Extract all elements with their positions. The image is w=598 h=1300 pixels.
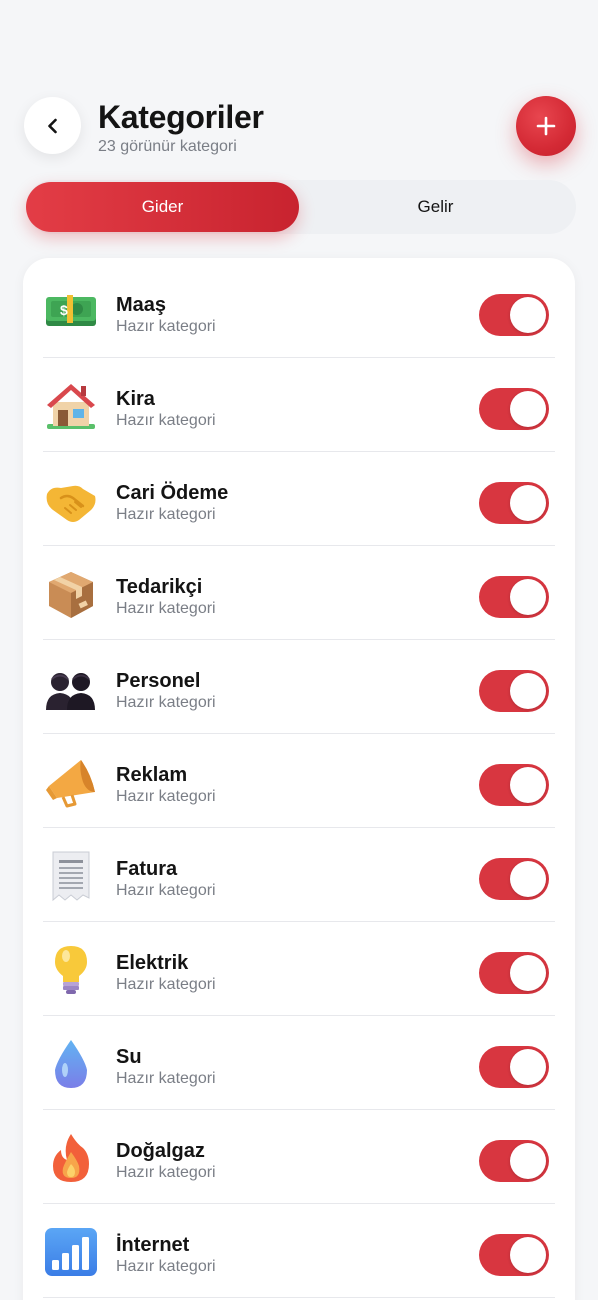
list-item-text: Kira Hazır kategori <box>116 387 216 431</box>
signal-bars-icon <box>45 1228 97 1276</box>
toggle-knob <box>510 673 546 709</box>
list-item: Fatura Hazır kategori <box>43 828 555 922</box>
category-toggle[interactable] <box>479 1046 549 1088</box>
category-toggle[interactable] <box>479 1234 549 1276</box>
category-name: İnternet <box>116 1234 190 1256</box>
page-subtitle: 23 görünür kategori <box>98 138 237 155</box>
megaphone-icon <box>46 760 95 808</box>
category-name: Elektrik <box>116 952 189 974</box>
category-toggle[interactable] <box>479 858 549 900</box>
page-title: Kategoriler <box>98 99 264 135</box>
divider <box>43 1297 555 1298</box>
list-item-text: Cari Ödeme Hazır kategori <box>116 481 228 525</box>
category-subtitle: Hazır kategori <box>116 694 216 711</box>
list-item: Tedarikçi Hazır kategori <box>43 546 555 640</box>
fire-icon <box>53 1134 89 1182</box>
category-subtitle: Hazır kategori <box>116 318 216 335</box>
category-subtitle: Hazır kategori <box>116 882 216 899</box>
toggle-knob <box>510 391 546 427</box>
lightbulb-icon <box>55 946 87 994</box>
category-toggle[interactable] <box>479 482 549 524</box>
svg-text:$: $ <box>60 302 68 318</box>
people-icon <box>46 673 95 710</box>
category-name: Cari Ödeme <box>116 482 229 504</box>
category-name: Kira <box>116 388 155 410</box>
category-subtitle: Hazır kategori <box>116 412 216 429</box>
list-item: Kira Hazır kategori <box>43 358 555 452</box>
title-block: Kategoriler 23 görünür kategori <box>98 98 264 156</box>
package-icon <box>49 572 93 618</box>
list-item-text: Maaş Hazır kategori <box>116 293 216 337</box>
category-subtitle: Hazır kategori <box>116 600 216 617</box>
category-subtitle: Hazır kategori <box>116 1258 216 1275</box>
category-toggle[interactable] <box>479 952 549 994</box>
house-icon <box>47 384 95 429</box>
category-name: Tedarikçi <box>116 576 203 598</box>
category-toggle[interactable] <box>479 670 549 712</box>
category-subtitle: Hazır kategori <box>116 1070 216 1087</box>
list-item-text: Doğalgaz Hazır kategori <box>116 1139 216 1183</box>
toggle-knob <box>510 861 546 897</box>
list-item: Personel Hazır kategori <box>43 640 555 734</box>
list-item: Elektrik Hazır kategori <box>43 922 555 1016</box>
tab-gelir[interactable]: Gelir <box>299 182 572 232</box>
category-list: $ Maaş Hazır kategori Kira Hazır kategor… <box>23 258 575 1300</box>
plus-icon <box>536 116 556 136</box>
list-item-text: Reklam Hazır kategori <box>116 763 216 807</box>
list-item: Reklam Hazır kategori <box>43 734 555 828</box>
droplet-icon <box>55 1040 87 1088</box>
toggle-knob <box>510 485 546 521</box>
toggle-knob <box>510 1237 546 1273</box>
list-item-text: Elektrik Hazır kategori <box>116 951 216 995</box>
list-item: $ Maaş Hazır kategori <box>43 264 555 358</box>
category-subtitle: Hazır kategori <box>116 1164 216 1181</box>
handshake-icon <box>46 485 96 522</box>
list-item-text: Su Hazır kategori <box>116 1045 216 1089</box>
type-segmented-control: Gider Gelir <box>26 180 576 234</box>
list-item-text: İnternet Hazır kategori <box>116 1233 216 1277</box>
header: Kategoriler 23 görünür kategori <box>24 96 576 158</box>
category-toggle[interactable] <box>479 294 549 336</box>
toggle-knob <box>510 297 546 333</box>
category-name: Maaş <box>116 294 167 316</box>
category-toggle[interactable] <box>479 1140 549 1182</box>
list-item-text: Fatura Hazır kategori <box>116 857 216 901</box>
back-button[interactable] <box>24 97 81 154</box>
list-item: Doğalgaz Hazır kategori <box>43 1110 555 1204</box>
toggle-knob <box>510 955 546 991</box>
category-name: Doğalgaz <box>116 1140 205 1162</box>
receipt-icon <box>52 851 90 902</box>
category-name: Reklam <box>116 764 188 786</box>
category-name: Su <box>116 1046 142 1068</box>
category-subtitle: Hazır kategori <box>116 788 216 805</box>
chevron-left-icon <box>47 118 57 133</box>
toggle-knob <box>510 579 546 615</box>
list-item: İnternet Hazır kategori <box>43 1204 555 1298</box>
list-item: Su Hazır kategori <box>43 1016 555 1110</box>
add-category-button[interactable] <box>516 96 576 156</box>
category-subtitle: Hazır kategori <box>116 976 216 993</box>
category-subtitle: Hazır kategori <box>116 506 216 523</box>
category-toggle[interactable] <box>479 388 549 430</box>
toggle-knob <box>510 1143 546 1179</box>
category-name: Personel <box>116 670 201 692</box>
list-item-text: Personel Hazır kategori <box>116 669 216 713</box>
category-toggle[interactable] <box>479 576 549 618</box>
category-toggle[interactable] <box>479 764 549 806</box>
list-item: Cari Ödeme Hazır kategori <box>43 452 555 546</box>
list-item-text: Tedarikçi Hazır kategori <box>116 575 216 619</box>
money-icon: $ <box>46 295 96 326</box>
tab-gider[interactable]: Gider <box>26 182 299 232</box>
toggle-knob <box>510 767 546 803</box>
category-name: Fatura <box>116 858 178 880</box>
toggle-knob <box>510 1049 546 1085</box>
